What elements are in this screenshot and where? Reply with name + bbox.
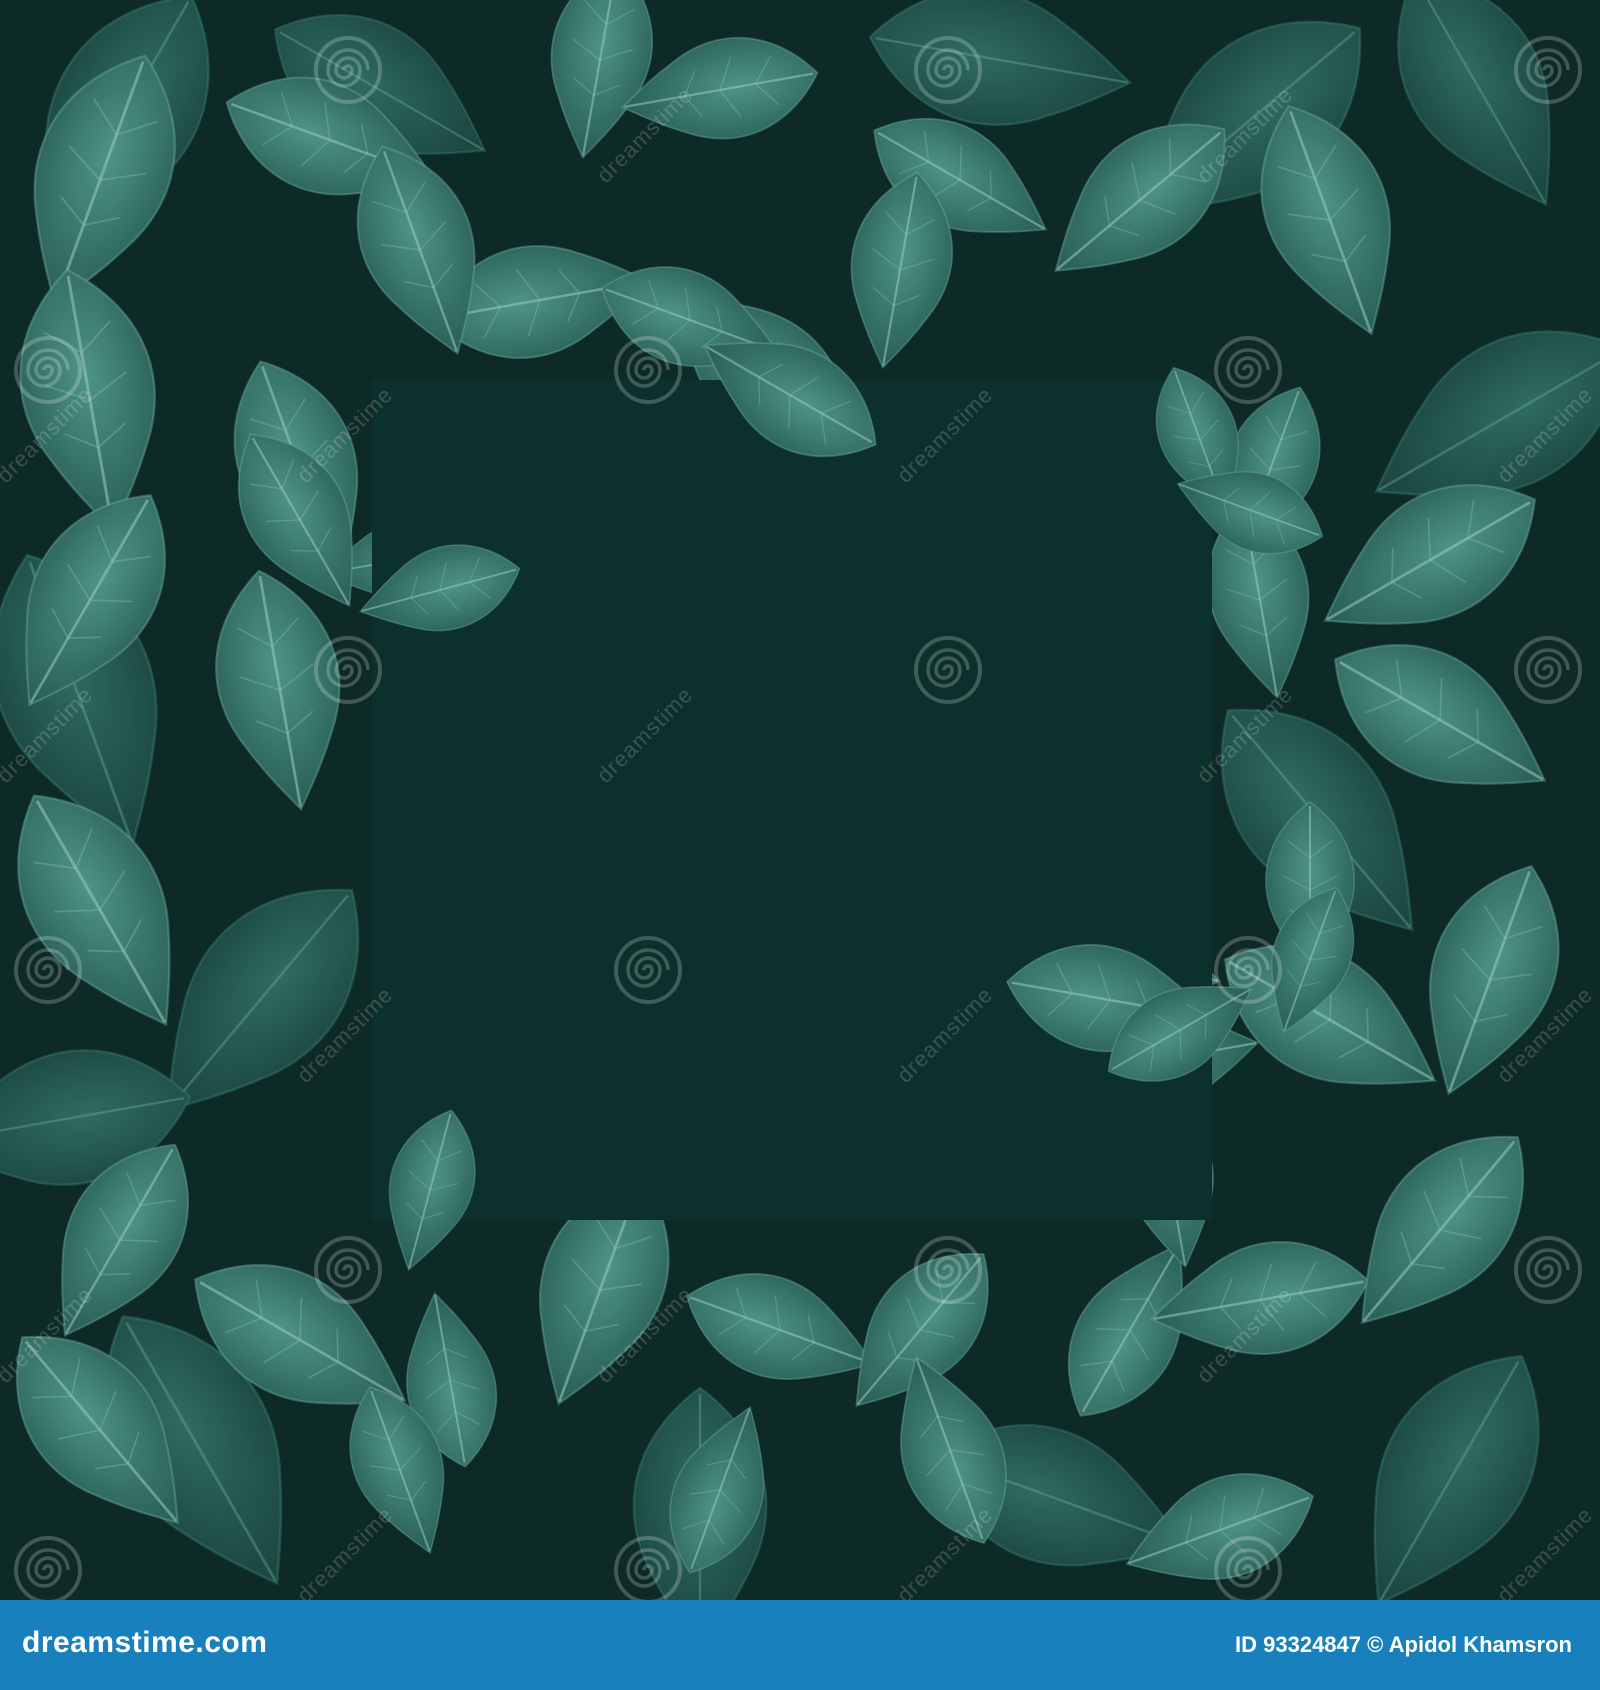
- author-name: Apidol Khamsron: [1388, 1632, 1572, 1657]
- leaf-frame-photo: dreamstime dreamstimedreamstime dreamstime…: [0, 0, 1600, 1600]
- blank-square-panel: [372, 380, 1212, 1220]
- id-label: ID: [1235, 1632, 1257, 1657]
- credit-footer: dreamstime.com ID 93324847 © Apidol Kham…: [0, 1600, 1600, 1690]
- stock-photo: dreamstime dreamstime dreamstime dreamstime…: [0, 0, 1600, 1690]
- site-name: dreamstime.com: [22, 1626, 268, 1659]
- copyright-symbol: ©: [1367, 1632, 1384, 1657]
- image-id: 93324847: [1263, 1632, 1362, 1657]
- image-credit: ID 93324847 © Apidol Khamsron: [1235, 1632, 1572, 1658]
